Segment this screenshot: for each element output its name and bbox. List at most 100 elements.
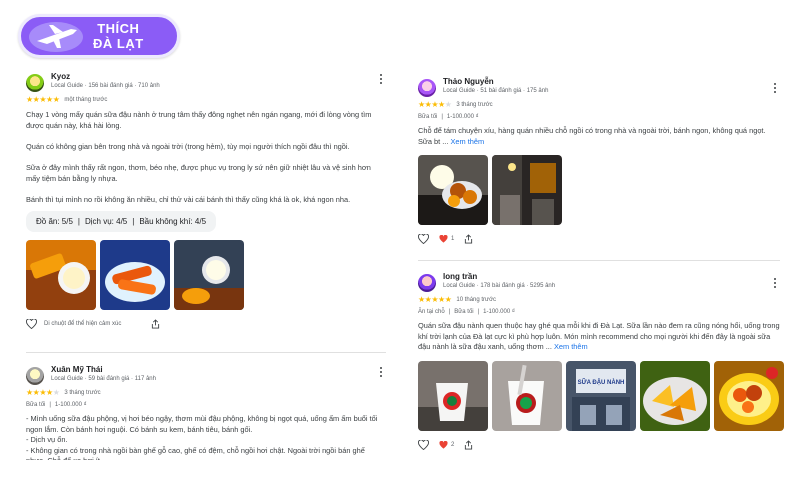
separator: | [77, 217, 80, 227]
shop-sign-text: SỮA ĐẬU NÀNH [578, 379, 625, 386]
reviewer-stats: Local Guide · 59 bài đánh giá · 117 ảnh [51, 376, 156, 382]
heart-icon [26, 319, 37, 330]
star-rating: ★★★★★ [26, 95, 60, 104]
review-card: Kyoz Local Guide · 156 bài đánh giá · 71… [26, 72, 386, 330]
visit-details: Bữa tối | 1-100.000 ₫ [26, 402, 386, 408]
meal-type: Bữa tối [26, 402, 46, 408]
heart-icon [418, 439, 429, 450]
brand-logo: THÍCH ĐÀ LẠT [18, 14, 180, 58]
review-photo[interactable] [418, 155, 488, 226]
brand-line-1: THÍCH [97, 21, 140, 36]
review-date: 3 tháng trước [456, 101, 493, 108]
review-line: - Mình uống sữa đậu phộng, vị hơi béo ng… [26, 414, 378, 434]
like-count: 1 [451, 236, 455, 243]
price-range: 1-100.000 ₫ [446, 114, 479, 120]
reviewer-name[interactable]: Kyoz [51, 72, 160, 82]
review-photo[interactable] [714, 360, 784, 431]
visit-details: Bữa tối | 1-100.000 ₫ [418, 114, 780, 120]
separator: | [49, 402, 51, 408]
review-card: long trần Local Guide · 178 bài đánh giá… [418, 272, 784, 450]
separator: | [132, 217, 135, 227]
star-rating: ★★★★★ [26, 388, 60, 397]
avatar[interactable] [26, 74, 44, 92]
reviewer-name[interactable]: Thảo Nguyễn [443, 77, 548, 87]
red-heart-icon [439, 235, 448, 243]
reaction-count[interactable]: 2 [439, 440, 455, 449]
review-card: Thảo Nguyễn Local Guide · 51 bài đánh gi… [418, 77, 780, 245]
separator: | [448, 309, 451, 315]
review-card: Xuân Mỹ Thái Local Guide · 59 bài đánh g… [26, 365, 386, 460]
more-options-icon[interactable] [376, 72, 386, 86]
star-rating: ★★★★★ [418, 100, 452, 109]
more-options-icon[interactable] [770, 81, 780, 95]
service-score: Dịch vụ: 4/5 [85, 217, 128, 227]
see-more-link[interactable]: Xem thêm [450, 137, 484, 146]
review-photos: SỮA ĐẬU NÀNH [418, 360, 784, 431]
share-button[interactable] [464, 440, 473, 450]
share-icon [465, 440, 473, 450]
star-rating: ★★★★★ [418, 295, 452, 304]
price-range: 1-100.000 ₫ [483, 309, 515, 315]
review-text: Chạy 1 vòng mấy quán sữa đậu nành ở trun… [26, 110, 386, 205]
review-photo[interactable] [640, 360, 710, 431]
review-text: Quán sữa đậu nành quen thuộc hay ghé qua… [418, 321, 780, 353]
meal-type: Bữa tối [454, 309, 474, 315]
separator: | [477, 309, 480, 315]
share-icon [152, 319, 160, 329]
atmosphere-score: Bầu không khí: 4/5 [139, 217, 207, 227]
review-photos [26, 240, 386, 311]
review-line: - Không gian có trong nhà ngồi bàn ghế g… [26, 445, 365, 460]
share-button[interactable] [464, 234, 473, 244]
like-button[interactable] [418, 439, 429, 450]
share-icon [465, 234, 473, 244]
review-date: một tháng trước [64, 96, 108, 103]
review-text: Chỗ để tám chuyện xíu, hàng quán nhiều c… [418, 126, 780, 147]
review-photo[interactable]: SỮA ĐẬU NÀNH [566, 360, 636, 431]
see-more-link[interactable]: Xem thêm [554, 342, 588, 351]
avatar[interactable] [418, 79, 436, 97]
review-body: Quán sữa đậu nành quen thuộc hay ghé qua… [418, 321, 780, 352]
review-date: 10 tháng trước [456, 296, 496, 303]
service-type: Ăn tại chỗ [418, 309, 445, 315]
review-paragraph: Chạy 1 vòng mấy quán sữa đậu nành ở trun… [26, 110, 372, 130]
red-heart-icon [439, 440, 448, 449]
rating-breakdown: Đồ ăn: 5/5 | Dịch vụ: 4/5 | Bầu không kh… [26, 211, 217, 233]
review-paragraph: Bánh thì tụi mình no rồi không ăn nhiều,… [26, 194, 351, 204]
heart-icon [418, 234, 429, 245]
more-options-icon[interactable] [770, 276, 780, 290]
divider [418, 260, 780, 261]
brand-line-2: ĐÀ LẠT [93, 36, 144, 51]
reviewer-stats: Local Guide · 51 bài đánh giá · 175 ảnh [443, 88, 549, 94]
avatar[interactable] [26, 367, 44, 385]
review-photo[interactable] [418, 360, 488, 431]
more-options-icon[interactable] [376, 365, 386, 379]
reviewer-name[interactable]: Xuân Mỹ Thái [51, 365, 156, 375]
review-photo[interactable] [492, 155, 562, 226]
review-photo[interactable] [174, 240, 244, 311]
like-button[interactable]: Di chuột để thể hiện cảm xúc [26, 319, 122, 330]
like-button[interactable] [418, 234, 429, 245]
reaction-count[interactable]: 1 [439, 235, 454, 243]
share-button[interactable] [151, 319, 160, 329]
separator: | [441, 114, 443, 120]
visit-details: Ăn tại chỗ | Bữa tối | 1-100.000 ₫ [418, 309, 780, 315]
avatar[interactable] [418, 274, 436, 292]
reaction-hint: Di chuột để thể hiện cảm xúc [44, 321, 122, 328]
like-count: 2 [451, 441, 455, 448]
airplane-icon [29, 22, 83, 52]
review-text: - Mình uống sữa đậu phộng, vị hơi béo ng… [26, 414, 386, 460]
reviewer-name[interactable]: long trần [443, 272, 555, 282]
review-paragraph: Sữa ở đây mình thấy rất ngon, thơm, béo … [26, 162, 371, 183]
meal-type: Bữa tối [418, 114, 438, 120]
review-photo[interactable] [26, 240, 96, 311]
price-range: 1-100.000 ₫ [54, 402, 87, 408]
food-score: Đồ ăn: 5/5 [36, 217, 73, 227]
review-line: - Dịch vụ ổn. [26, 435, 68, 445]
review-photo[interactable] [100, 240, 170, 311]
reviewer-stats: Local Guide · 178 bài đánh giá · 5295 ản… [443, 283, 556, 289]
review-photo[interactable] [492, 360, 562, 431]
review-paragraph: Quán có không gian bên trong nhà và ngoà… [26, 141, 350, 151]
reviewer-stats: Local Guide · 156 bài đánh giá · 710 ảnh [51, 83, 160, 89]
review-date: 3 tháng trước [64, 389, 101, 396]
divider [26, 352, 386, 353]
